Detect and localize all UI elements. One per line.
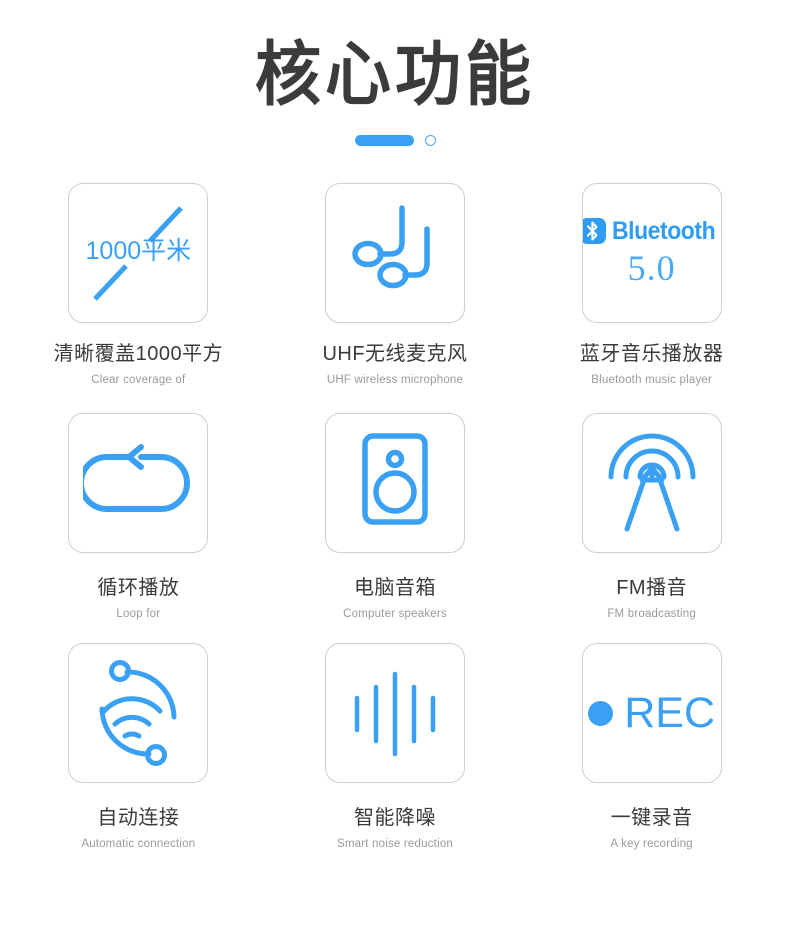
feature-cell-fm[interactable]: FM播音 FM broadcasting — [523, 413, 780, 643]
feature-icon-card: REC — [581, 643, 722, 784]
feature-icon-card — [324, 413, 465, 554]
feature-cell-record[interactable]: REC 一键录音 A key recording — [523, 643, 780, 873]
feature-label-en: A key recording — [610, 838, 693, 851]
feature-label-cn: 蓝牙音乐播放器 — [579, 343, 724, 366]
feature-label-en: UHF wireless microphone — [326, 374, 464, 387]
radio-tower-icon — [608, 433, 696, 532]
page-title: 核心功能 — [255, 33, 535, 116]
coverage-area-label: 1000平米 — [85, 237, 192, 266]
record-dot-icon — [588, 700, 614, 726]
feature-cell-speaker[interactable]: 电脑音箱 Computer speakers — [267, 413, 524, 643]
feature-label-en: Clear coverage of — [91, 374, 186, 387]
loop-arrow-icon — [83, 444, 191, 513]
feature-icon-card — [581, 413, 722, 554]
feature-cell-loop[interactable]: 循环播放 Loop for — [10, 413, 267, 643]
music-notes-icon — [352, 205, 430, 289]
auto-connect-wifi-icon — [99, 660, 177, 767]
page-header: 核心功能 — [0, 0, 790, 147]
feature-cell-autoconnect[interactable]: 自动连接 Automatic connection — [10, 643, 267, 873]
feature-icon-card: 1000平米 — [68, 183, 209, 324]
feature-label-cn: UHF无线麦克风 — [322, 343, 468, 366]
pagination-active-pill[interactable] — [354, 134, 414, 146]
feature-icon-card — [324, 643, 465, 784]
features-grid: 1000平米 清晰覆盖1000平方 Clear coverage of UHF无… — [0, 183, 790, 873]
feature-icon-card: Bluetooth 5.0 — [581, 183, 722, 324]
feature-cell-bluetooth[interactable]: Bluetooth 5.0 蓝牙音乐播放器 Bluetooth music pl… — [523, 183, 780, 413]
core-features-page: 核心功能 1000平米 清晰覆盖1000平方 Clear coverage of — [0, 0, 790, 951]
speaker-box-icon — [362, 433, 428, 526]
waveform-icon — [354, 672, 436, 757]
pagination-indicator[interactable] — [0, 133, 790, 147]
record-label: REC — [624, 688, 716, 737]
feature-label-en: Loop for — [116, 608, 161, 621]
bluetooth-wordmark: Bluetooth — [611, 216, 716, 245]
feature-label-en: Automatic connection — [81, 838, 196, 851]
feature-label-en: Bluetooth music player — [591, 374, 713, 387]
feature-label-cn: 循环播放 — [97, 577, 180, 600]
feature-label-en: Computer speakers — [343, 608, 447, 621]
feature-label-cn: 清晰覆盖1000平方 — [53, 343, 224, 366]
feature-label-en: FM broadcasting — [607, 608, 696, 621]
record-icon: REC — [588, 688, 716, 737]
feature-label-cn: FM播音 — [616, 577, 688, 600]
feature-cell-noise[interactable]: 智能降噪 Smart noise reduction — [267, 643, 524, 873]
bluetooth-glyph-icon — [587, 221, 598, 241]
feature-label-cn: 电脑音箱 — [353, 577, 436, 600]
coverage-area-icon: 1000平米 — [69, 184, 207, 322]
pagination-dot[interactable] — [424, 134, 436, 146]
feature-label-en: Smart noise reduction — [336, 838, 454, 851]
feature-label-cn: 自动连接 — [97, 807, 180, 830]
feature-icon-card — [68, 413, 209, 554]
feature-icon-card — [68, 643, 209, 784]
bluetooth-version: 5.0 — [627, 247, 676, 288]
bluetooth-rune-icon — [582, 218, 606, 245]
feature-cell-microphone[interactable]: UHF无线麦克风 UHF wireless microphone — [267, 183, 524, 413]
feature-cell-coverage[interactable]: 1000平米 清晰覆盖1000平方 Clear coverage of — [10, 183, 267, 413]
bluetooth-logo-row: Bluetooth — [582, 216, 721, 246]
feature-label-cn: 智能降噪 — [353, 807, 436, 830]
feature-label-cn: 一键录音 — [610, 807, 693, 830]
feature-icon-card — [324, 183, 465, 324]
bluetooth-icon: Bluetooth 5.0 — [582, 216, 721, 288]
